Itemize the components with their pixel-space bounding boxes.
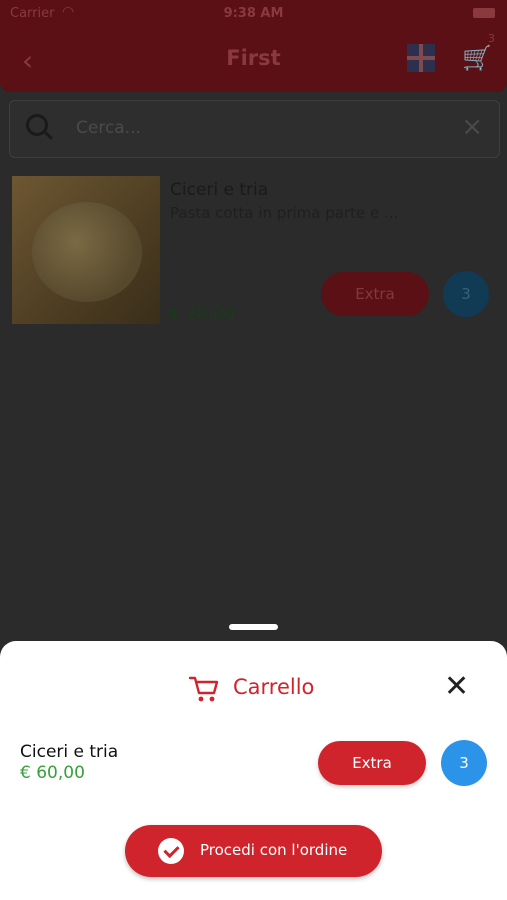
clear-icon[interactable]: × bbox=[461, 112, 483, 142]
uk-flag-icon[interactable] bbox=[407, 44, 435, 72]
cart-icon bbox=[188, 676, 219, 702]
product-price: € 20,00 bbox=[170, 304, 235, 324]
battery-icon bbox=[473, 8, 495, 18]
check-icon bbox=[158, 838, 184, 864]
search-icon bbox=[26, 114, 48, 136]
product-description: Pasta cotta in prima parte e ... bbox=[170, 204, 399, 222]
status-bar: Carrier ◠ 9:38 AM bbox=[0, 0, 507, 28]
product-image bbox=[12, 176, 160, 324]
proceed-order-button[interactable]: Procedi con l'ordine bbox=[125, 825, 382, 877]
extra-button[interactable]: Extra bbox=[321, 272, 429, 316]
cart-count-badge: 3 bbox=[488, 32, 495, 45]
navigation-bar: ‹ First 🛒 3 bbox=[0, 28, 507, 92]
cart-sheet: Carrello ✕ Ciceri e tria € 60,00 Extra 3… bbox=[0, 641, 507, 900]
cart-extra-button[interactable]: Extra bbox=[318, 741, 426, 785]
cart-icon[interactable]: 🛒 bbox=[462, 44, 492, 72]
search-input[interactable]: Cerca... bbox=[76, 118, 141, 138]
close-icon[interactable]: ✕ bbox=[444, 672, 469, 702]
cart-sheet-header: Carrello ✕ bbox=[0, 672, 507, 704]
quantity-badge[interactable]: 3 bbox=[443, 271, 489, 317]
proceed-order-label: Procedi con l'ordine bbox=[200, 841, 348, 859]
cart-quantity-badge[interactable]: 3 bbox=[441, 740, 487, 786]
cart-item-name: Ciceri e tria bbox=[20, 742, 119, 762]
product-card[interactable]: Ciceri e tria Pasta cotta in prima parte… bbox=[12, 176, 492, 326]
status-time: 9:38 AM bbox=[223, 6, 284, 21]
cart-item-price: € 60,00 bbox=[20, 763, 85, 783]
cart-title: Carrello bbox=[233, 675, 315, 699]
product-name: Ciceri e tria bbox=[170, 180, 269, 200]
sheet-grabber[interactable] bbox=[229, 624, 278, 630]
search-bar[interactable]: Cerca... × bbox=[9, 100, 500, 158]
